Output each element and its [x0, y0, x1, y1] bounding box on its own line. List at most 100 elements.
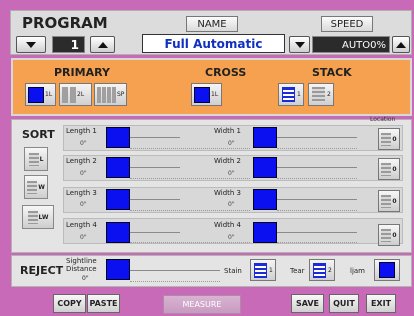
reject-title: REJECT [20, 264, 64, 277]
slider-track [277, 199, 357, 200]
length-1-slider[interactable] [106, 127, 130, 148]
primary-2l-button[interactable]: 2L [59, 83, 92, 106]
stack-2-label: 2 [327, 91, 331, 98]
ijam-label: ljam [350, 267, 365, 275]
length-1-value: 0" [80, 140, 87, 147]
slider-track [130, 167, 180, 168]
sort-l-label: L [39, 155, 44, 163]
width-1-slider[interactable] [253, 127, 277, 148]
program-down-button[interactable] [16, 36, 46, 53]
tear-button[interactable]: 2 [309, 259, 335, 281]
slider-scale [130, 281, 220, 282]
location-1-button[interactable]: 0 [378, 128, 400, 150]
lane-icon [70, 86, 76, 103]
cross-1l-button[interactable]: 1L [191, 83, 222, 106]
width-3-label: Width 3 [214, 189, 242, 197]
copy-button[interactable]: COPY [53, 294, 86, 313]
triangle-down-icon [26, 41, 36, 48]
width-4-value: 0" [228, 234, 235, 241]
location-4-button[interactable]: 0 [378, 224, 400, 246]
slider-track [277, 167, 357, 168]
speed-up-button[interactable] [392, 36, 410, 53]
stack-title: STACK [312, 66, 352, 79]
length-4-slider[interactable] [106, 222, 130, 243]
length-3-value: 0" [80, 201, 87, 208]
length-2-slider[interactable] [106, 157, 130, 178]
sort-icon [28, 152, 39, 166]
slider-scale [277, 242, 357, 243]
width-2-slider[interactable] [253, 157, 277, 178]
program-number: 1 [52, 36, 85, 53]
program-name-field[interactable]: Full Automatic [142, 34, 285, 53]
location-3-value: 0 [392, 197, 397, 205]
width-3-slider[interactable] [253, 189, 277, 210]
length-3-label: Length 3 [66, 189, 97, 197]
stain-button[interactable]: 1 [250, 259, 276, 281]
speed-down-button[interactable] [289, 36, 310, 53]
name-button[interactable]: NAME [186, 16, 238, 32]
measure-button[interactable]: MEASURE [163, 295, 241, 314]
slider-scale [277, 178, 357, 179]
location-3-button[interactable]: 0 [378, 190, 400, 212]
length-2-value: 0" [80, 170, 87, 177]
stack-1-button[interactable]: 1 [278, 83, 304, 106]
slider-track [277, 137, 357, 138]
primary-title: PRIMARY [54, 66, 110, 79]
location-icon [381, 228, 392, 242]
stack-2-button[interactable]: 2 [308, 83, 334, 106]
program-title: PROGRAM [22, 14, 108, 32]
primary-1l-button[interactable]: 1L [25, 83, 56, 106]
program-up-button[interactable] [90, 36, 115, 53]
distance-label: Distance [66, 265, 97, 273]
stack-1-label: 1 [297, 91, 301, 98]
location-icon [381, 194, 392, 208]
ijam-button[interactable] [374, 259, 400, 281]
slider-scale [130, 210, 250, 211]
distance-slider[interactable] [106, 259, 130, 280]
width-3-value: 0" [228, 201, 235, 208]
triangle-down-icon [294, 41, 305, 48]
length-4-value: 0" [80, 234, 87, 241]
slider-scale [130, 178, 250, 179]
width-4-slider[interactable] [253, 222, 277, 243]
sort-icon [27, 210, 38, 224]
tear-label: Tear [290, 267, 305, 275]
stain-icon [254, 262, 267, 278]
selected-indicator [379, 262, 395, 278]
save-button[interactable]: SAVE [291, 294, 324, 313]
triangle-up-icon [396, 41, 406, 48]
location-icon [381, 162, 392, 176]
paste-button[interactable]: PASTE [87, 294, 120, 313]
cross-title: CROSS [205, 66, 247, 79]
speed-value: AUTO0% [312, 36, 390, 53]
selected-indicator [194, 86, 210, 103]
width-2-value: 0" [228, 170, 235, 177]
primary-1l-label: 1L [45, 91, 53, 98]
speed-button[interactable]: SPEED [321, 16, 373, 32]
sort-l-button[interactable]: L [24, 147, 48, 171]
stack-grey-icon [312, 87, 325, 102]
slider-scale [277, 210, 357, 211]
location-header: Location [370, 116, 396, 123]
exit-button[interactable]: EXIT [366, 294, 396, 313]
location-2-button[interactable]: 0 [378, 158, 400, 180]
slider-track [130, 270, 220, 271]
distance-value: 0" [82, 275, 89, 282]
sort-icon [27, 180, 38, 194]
slider-scale [130, 242, 250, 243]
sort-lw-button[interactable]: LW [22, 205, 54, 229]
primary-sp-button[interactable]: SP [94, 83, 127, 106]
width-1-value: 0" [228, 140, 235, 147]
primary-sp-label: SP [117, 91, 125, 98]
tear-value: 2 [328, 266, 332, 274]
location-1-value: 0 [392, 135, 397, 143]
location-4-value: 0 [392, 231, 397, 239]
sort-w-button[interactable]: W [24, 175, 48, 199]
lane-icon [62, 86, 68, 103]
quit-button[interactable]: QUIT [329, 294, 359, 313]
sightline-label: Sightline [66, 257, 97, 265]
tear-icon [313, 262, 326, 278]
location-icon [381, 132, 392, 146]
triangle-up-icon [97, 41, 108, 48]
length-3-slider[interactable] [106, 189, 130, 210]
